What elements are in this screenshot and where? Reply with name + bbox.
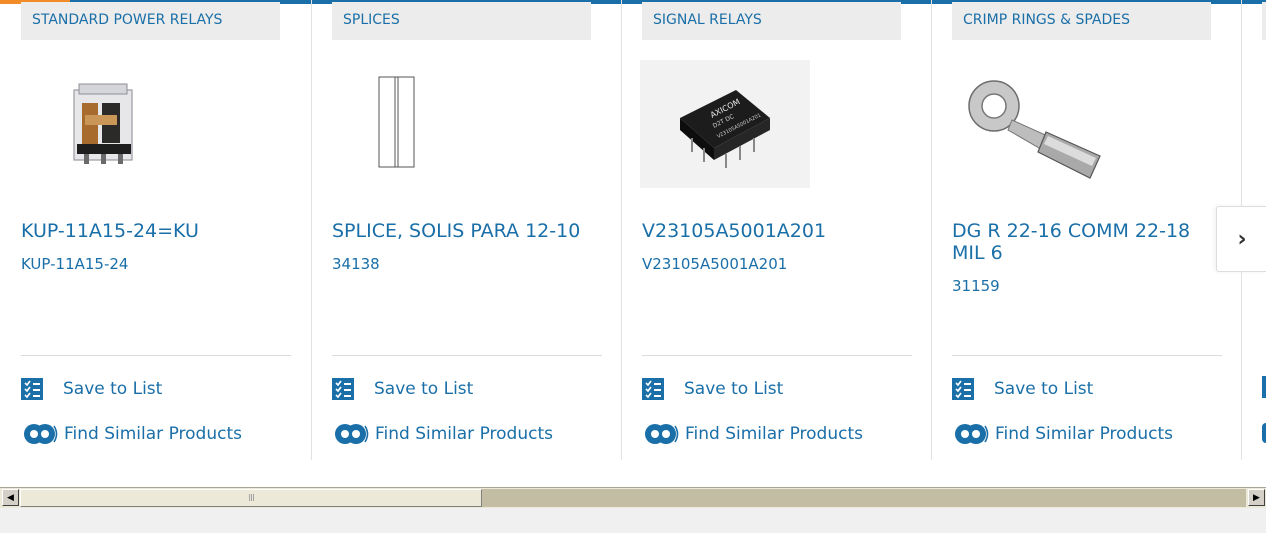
find-similar-icon xyxy=(24,424,58,444)
find-similar-button[interactable]: Find Similar Products xyxy=(21,421,242,447)
category-header[interactable]: SIGNAL RELAYS xyxy=(642,2,901,40)
save-to-list-label: Save to List xyxy=(63,379,163,399)
find-similar-icon xyxy=(955,424,989,444)
product-card: STANDARD POWER RELAYS KUP-11A15-24=KU KU… xyxy=(21,0,311,460)
save-to-list-label: Save to List xyxy=(684,379,784,399)
part-number-link[interactable]: V23105A5001A201 xyxy=(642,254,912,274)
divider xyxy=(21,355,291,356)
horizontal-scrollbar[interactable]: ◀ III ▶ xyxy=(0,487,1266,508)
save-to-list-label: Save to List xyxy=(374,379,474,399)
grip-icon: III xyxy=(248,492,255,504)
find-similar-label: Find Similar Products xyxy=(375,424,553,444)
product-title-link[interactable]: DG R 22-16 COMM 22-18 MIL 6 xyxy=(952,220,1222,264)
save-to-list-button[interactable]: Save to List xyxy=(952,376,1093,402)
card-divider xyxy=(621,0,622,460)
arrow-right-icon: ▶ xyxy=(1253,492,1260,503)
divider xyxy=(642,355,912,356)
product-title-link[interactable]: V23105A5001A201 xyxy=(642,220,912,242)
save-to-list-button[interactable]: Save to List xyxy=(21,376,162,402)
checklist-icon xyxy=(642,378,664,400)
product-carousel: STANDARD POWER RELAYS KUP-11A15-24=KU KU… xyxy=(0,0,1266,460)
scrollbar-track[interactable] xyxy=(482,489,1246,507)
find-similar-icon xyxy=(1262,423,1266,443)
category-header[interactable]: STANDARD POWER RELAYS xyxy=(21,2,280,40)
ring-terminal-icon[interactable] xyxy=(962,60,1152,190)
arrow-left-icon: ◀ xyxy=(7,492,14,503)
product-card: SIGNAL RELAYS AXICOM D2T DC V23105A5001A… xyxy=(640,0,932,460)
chevron-right-icon: › xyxy=(1237,226,1247,252)
find-similar-button[interactable]: Find Similar Products xyxy=(952,421,1173,447)
divider xyxy=(332,355,602,356)
save-to-list-button[interactable]: Save to List xyxy=(642,376,783,402)
category-header[interactable]: CRIMP RINGS & SPADES xyxy=(952,2,1211,40)
find-similar-button[interactable]: Find Similar Products xyxy=(332,421,553,447)
find-similar-button[interactable]: Find Similar Products xyxy=(642,421,863,447)
product-card: SPLICES SPLICE, SOLIS PARA 12-10 34138 S… xyxy=(332,0,622,460)
category-header[interactable]: SPLICES xyxy=(332,2,591,40)
card-divider xyxy=(931,0,932,460)
checklist-icon xyxy=(1262,376,1266,398)
scroll-right-button[interactable]: ▶ xyxy=(1248,489,1265,506)
product-title-link[interactable]: KUP-11A15-24=KU xyxy=(21,220,291,242)
find-similar-label: Find Similar Products xyxy=(995,424,1173,444)
save-to-list-button[interactable]: Save to List xyxy=(332,376,473,402)
part-number-link[interactable]: 31159 xyxy=(952,276,1222,296)
product-card: CRIMP RINGS & SPADES DG R 22-16 COMM 22-… xyxy=(952,0,1242,460)
part-number-link[interactable]: 34138 xyxy=(332,254,602,274)
signal-relay-icon[interactable]: AXICOM D2T DC V23105A5001A201 xyxy=(640,60,830,190)
divider xyxy=(952,355,1222,356)
find-similar-label: Find Similar Products xyxy=(685,424,863,444)
scroll-left-button[interactable]: ◀ xyxy=(2,489,19,506)
save-to-list-label: Save to List xyxy=(994,379,1094,399)
scrollbar-thumb[interactable]: III xyxy=(20,489,482,507)
window-bottom-area xyxy=(0,508,1266,533)
find-similar-icon xyxy=(645,424,679,444)
checklist-icon xyxy=(332,378,354,400)
product-title-link[interactable]: SPLICE, SOLIS PARA 12-10 xyxy=(332,220,602,242)
checklist-icon xyxy=(952,378,974,400)
find-similar-label: Find Similar Products xyxy=(64,424,242,444)
carousel-next-button[interactable]: › xyxy=(1216,206,1266,272)
part-number-link[interactable]: KUP-11A15-24 xyxy=(21,254,291,274)
relay-cube-icon[interactable] xyxy=(41,60,231,190)
find-similar-icon xyxy=(335,424,369,444)
category-header-partial xyxy=(1262,2,1266,40)
splice-drawing-icon[interactable] xyxy=(312,60,502,190)
checklist-icon xyxy=(21,378,43,400)
